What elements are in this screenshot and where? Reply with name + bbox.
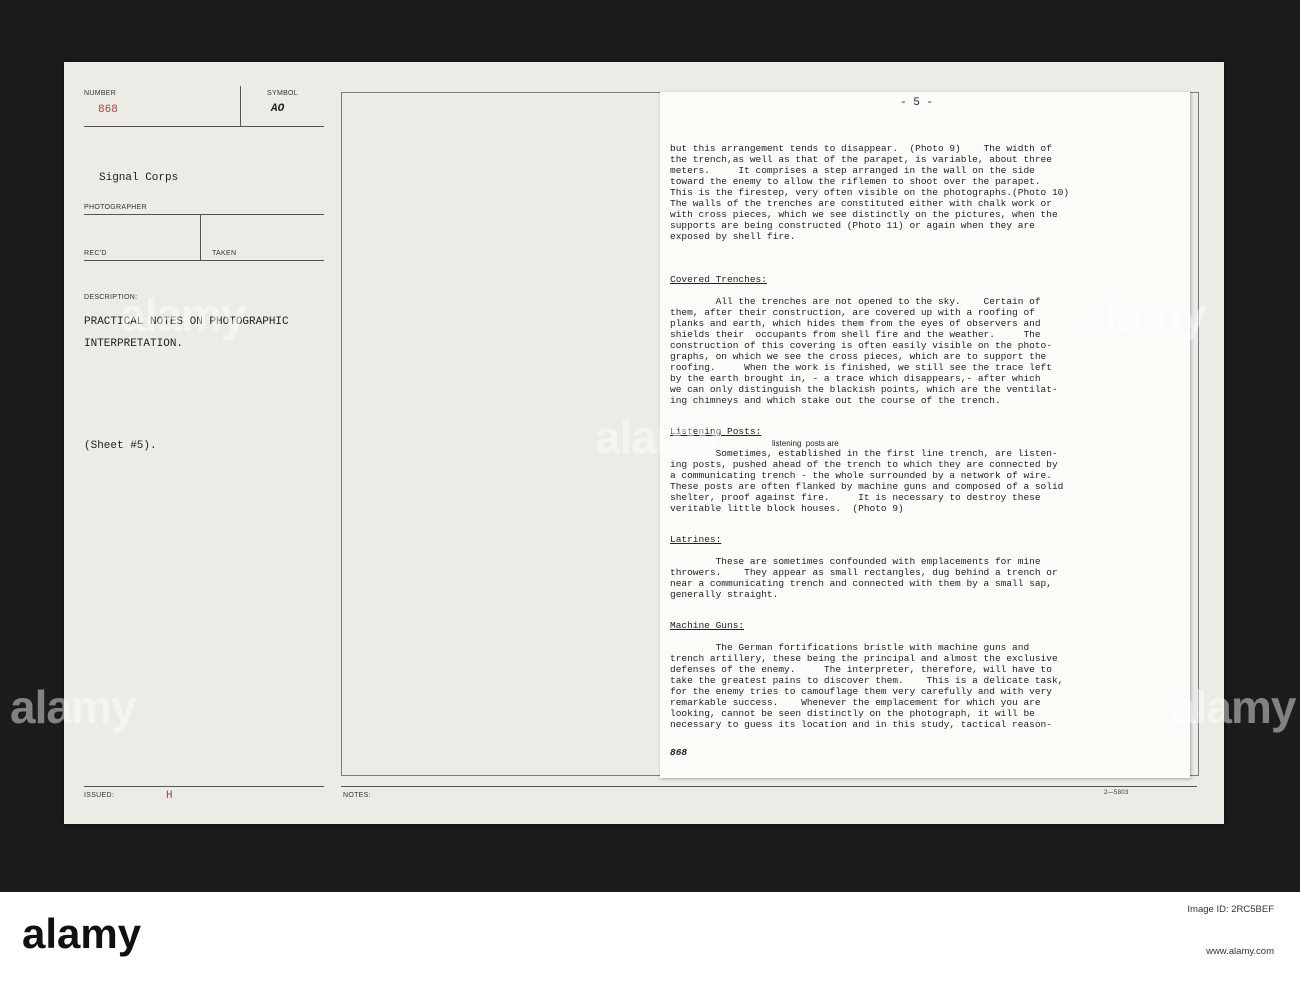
watermark: alamy: [1080, 289, 1206, 341]
image-id: Image ID: 2RC5BEF: [1187, 904, 1274, 915]
divider: [84, 786, 324, 787]
text-line: exposed by shell fire.: [670, 231, 796, 242]
stock-footer: [0, 892, 1300, 982]
handwritten-number: 868: [670, 747, 688, 758]
page-number: - 5 -: [900, 97, 934, 109]
text-line: a communicating trench - the whole surro…: [670, 470, 1052, 481]
number-value: 868: [98, 104, 118, 116]
text-line: construction of this covering is often e…: [670, 340, 1052, 351]
text-line: shelter, proof against fire. It is neces…: [670, 492, 1041, 503]
divider: [240, 86, 241, 126]
issued-value: H: [166, 790, 173, 802]
taken-label: TAKEN: [212, 250, 237, 257]
text-line: trench artillery, these being the princi…: [670, 653, 1058, 664]
text-line: ing posts, pushed ahead of the trench to…: [670, 459, 1058, 470]
number-label: NUMBER: [84, 90, 117, 97]
divider: [200, 214, 201, 260]
watermark: alamy: [595, 411, 721, 463]
form-code: 2—5803: [1104, 790, 1129, 796]
site-url: www.alamy.com: [1206, 946, 1274, 957]
heading-machine-guns: Machine Guns:: [670, 620, 745, 631]
watermark: alamy: [1170, 681, 1296, 733]
sheet-note: (Sheet #5).: [84, 440, 157, 452]
text-line: All the trenches are not opened to the s…: [670, 296, 1041, 307]
photographer-label: PHOTOGRAPHER: [84, 204, 147, 211]
text-line: generally straight.: [670, 589, 779, 600]
text-line: remarkable success. Whenever the emplace…: [670, 697, 1041, 708]
divider: [84, 260, 324, 261]
text-line: These posts are often flanked by machine…: [670, 481, 1064, 492]
text-line: toward the enemy to allow the riflemen t…: [670, 176, 1041, 187]
text-line: take the greatest pains to discover them…: [670, 675, 1064, 686]
text-line: with cross pieces, which we see distinct…: [670, 209, 1058, 220]
text-line: we can only distinguish the blackish poi…: [670, 384, 1058, 395]
symbol-value: AO: [271, 103, 285, 115]
text-line: looking, cannot be seen distinctly on th…: [670, 708, 1035, 719]
text-line: This is the firestep, very often visible…: [670, 187, 1070, 198]
watermark: alamy: [10, 681, 136, 733]
text-line: graphs, on which we see the cross pieces…: [670, 351, 1047, 362]
heading-latrines: Latrines:: [670, 534, 722, 545]
text-line: planks and earth, which hides them from …: [670, 318, 1041, 329]
typed-sheet: - 5 - but this arrangement tends to disa…: [660, 92, 1190, 778]
divider: [84, 126, 324, 127]
text-line: necessary to guess its location and in t…: [670, 719, 1052, 730]
watermark: alamy: [120, 289, 246, 341]
text-line: for the enemy tries to camouflage them v…: [670, 686, 1052, 697]
text-line: The German fortifications bristle with m…: [670, 642, 1030, 653]
text-line: throwers. They appear as small rectangle…: [670, 567, 1058, 578]
text-line: roofing. When the work is finished, we s…: [670, 362, 1052, 373]
text-line: shields their occupants from shell fire …: [670, 329, 1041, 340]
text-line: but this arrangement tends to disappear.…: [670, 143, 1052, 154]
alamy-logo: alamy: [22, 910, 142, 957]
text-line: These are sometimes confounded with empl…: [670, 556, 1041, 567]
text-line: veritable little block houses. (Photo 9): [670, 503, 904, 514]
symbol-label: SYMBOL: [267, 90, 298, 97]
divider: [84, 214, 324, 215]
heading-covered-trenches: Covered Trenches:: [670, 274, 767, 285]
divider: [341, 786, 1197, 787]
text-line: defenses of the enemy. The interpreter, …: [670, 664, 1052, 675]
text-line: ing chimneys and which stake out the cou…: [670, 395, 1001, 406]
photographer-value: Signal Corps: [99, 172, 179, 184]
text-line: by the earth brought in, - a trace which…: [670, 373, 1041, 384]
recd-label: REC'D: [84, 250, 107, 257]
text-line: meters. It comprises a step arranged in …: [670, 165, 1035, 176]
text-line: Sometimes, established in the first line…: [670, 448, 1058, 459]
photo-scene: NUMBER 868 SYMBOL AO Signal Corps PHOTOG…: [0, 0, 1300, 892]
text-line: near a communicating trench and connecte…: [670, 578, 1052, 589]
text-line: the trench,as well as that of the parape…: [670, 154, 1052, 165]
notes-label: NOTES:: [343, 792, 371, 799]
text-line: them, after their construction, are cove…: [670, 307, 1035, 318]
issued-label: ISSUED:: [84, 792, 115, 799]
text-line: The walls of the trenches are constitute…: [670, 198, 1052, 209]
text-line: supports are being constructed (Photo 11…: [670, 220, 1035, 231]
